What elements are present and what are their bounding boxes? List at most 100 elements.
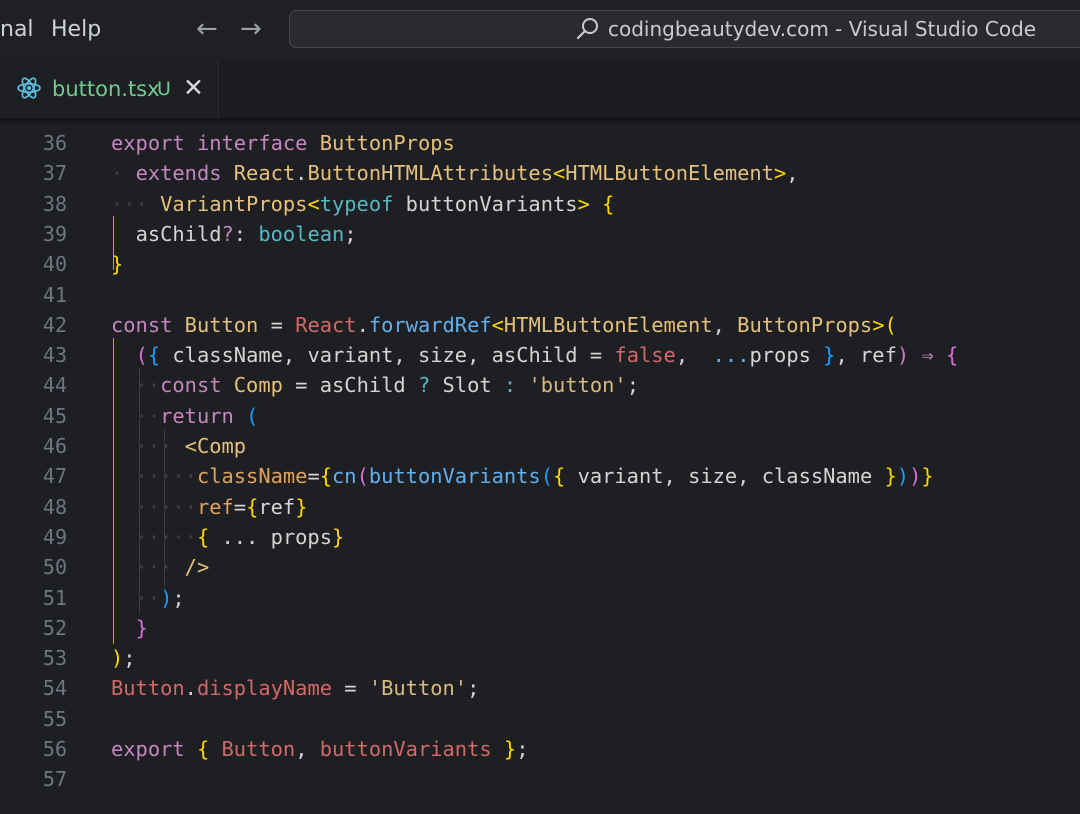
line-code: ··); xyxy=(111,583,185,613)
code-line: 56 export { Button, buttonVariants }; xyxy=(0,734,1080,764)
code-token: ; xyxy=(626,373,639,398)
code-token: className xyxy=(172,343,283,368)
code-line: 48 ·····ref={ref} xyxy=(0,492,1080,522)
code-token: buttonVariants xyxy=(405,191,578,216)
line-code: ); xyxy=(111,643,136,673)
code-token: buttonVariants xyxy=(319,737,492,761)
code-token: props xyxy=(749,343,811,368)
line-number: 42 xyxy=(42,312,67,337)
line-number: 40 xyxy=(42,252,67,277)
react-icon xyxy=(17,77,41,99)
line-code: const Button = React.forwardRef<HTMLButt… xyxy=(111,310,897,340)
menu-item-help[interactable]: Help xyxy=(51,17,101,42)
code-token: ··· xyxy=(111,555,185,580)
code-token: ; xyxy=(516,737,529,761)
code-token: < xyxy=(307,191,320,216)
code-token: ( xyxy=(135,343,148,368)
line-number: 43 xyxy=(42,343,67,368)
code-token: >( xyxy=(872,312,897,337)
command-center-search[interactable]: codingbeautydev.com - Visual Studio Code xyxy=(289,10,1080,48)
line-number: 38 xyxy=(42,191,67,216)
code-token: . xyxy=(295,161,308,186)
search-icon xyxy=(576,18,598,40)
code-token: React xyxy=(233,161,296,186)
code-editor[interactable]: 36 export interface ButtonProps 37 · extend… xyxy=(0,118,1080,814)
code-token: . xyxy=(184,676,197,701)
code-token: ButtonHTMLAttributes xyxy=(307,161,553,186)
code-token: . xyxy=(356,312,369,337)
code-token: ··· xyxy=(111,434,185,458)
code-token: export xyxy=(111,131,185,155)
code-token: } xyxy=(295,494,308,519)
code-line: 41 xyxy=(0,280,1080,310)
untracked-badge: U xyxy=(157,78,171,100)
code-token: size xyxy=(417,343,468,368)
line-code: ··const Comp = asChild ? Slot : 'button'… xyxy=(111,370,639,400)
code-token: ref xyxy=(196,494,234,519)
menu-item-terminal[interactable]: nal xyxy=(0,17,34,42)
code-token: < xyxy=(491,312,504,337)
code-token: cn xyxy=(332,464,357,489)
code-token: , xyxy=(675,343,689,368)
line-code: ·····{ ... props} xyxy=(111,522,345,552)
code-token: ... props xyxy=(221,524,333,549)
line-number: 56 xyxy=(42,737,67,761)
code-token: asChild xyxy=(135,221,222,246)
indent-guide xyxy=(139,368,140,614)
line-code: ··return ( xyxy=(111,401,259,431)
code-token: boolean xyxy=(258,221,345,246)
code-token: < xyxy=(552,161,566,186)
code-line: 57 xyxy=(0,764,1080,794)
code-line: 47 ·····className={cn(buttonVariants({ v… xyxy=(0,461,1080,491)
code-token: ) xyxy=(896,343,910,368)
line-code: ··· <Comp xyxy=(111,431,247,461)
code-token: } xyxy=(503,737,517,761)
line-code: ·····ref={ref} xyxy=(111,492,308,522)
tab-filename: button.tsx xyxy=(52,77,160,101)
code-token: : xyxy=(503,373,517,398)
close-icon[interactable]: ✕ xyxy=(183,73,204,102)
code-token: Button xyxy=(111,676,185,701)
tab-button-tsx[interactable]: button.tsx U ✕ xyxy=(0,60,219,118)
forward-arrow-icon[interactable]: → xyxy=(240,14,262,44)
code-token: ref xyxy=(860,343,897,368)
code-line: 45 ··return ( xyxy=(0,401,1080,431)
line-code: ({ className, variant, size, asChild = f… xyxy=(111,340,959,370)
code-token: extends xyxy=(135,161,222,186)
code-token: = xyxy=(295,373,308,398)
code-token: ····· xyxy=(111,524,197,549)
indent-guide-active xyxy=(113,338,114,644)
line-number: 47 xyxy=(42,464,67,489)
code-token: HTMLButtonElement xyxy=(565,161,774,186)
code-line: 43 ({ className, variant, size, asChild … xyxy=(0,340,1080,370)
line-number: 52 xyxy=(42,615,67,640)
code-token: ; xyxy=(344,221,357,246)
code-token: Button xyxy=(221,737,296,761)
code-token: typeof xyxy=(319,191,394,216)
code-token: , xyxy=(467,343,480,368)
code-token: React xyxy=(295,312,357,337)
code-token: 'button' xyxy=(528,373,627,398)
line-number: 55 xyxy=(42,706,67,731)
back-arrow-icon[interactable]: ← xyxy=(196,14,218,44)
code-token: /> xyxy=(184,555,210,580)
code-token: Button xyxy=(184,312,259,337)
code-line: 40} xyxy=(0,249,1080,279)
